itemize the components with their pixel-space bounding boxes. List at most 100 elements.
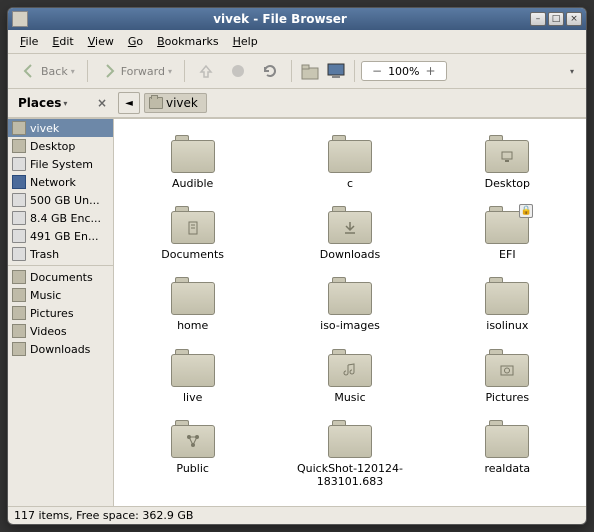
menu-edit[interactable]: Edit <box>46 33 79 50</box>
view-mode-button[interactable]: ▾ <box>564 63 580 80</box>
menu-view[interactable]: View <box>82 33 120 50</box>
folder-item[interactable]: realdata <box>429 414 586 498</box>
chevron-down-icon: ▾ <box>63 99 67 108</box>
titlebar[interactable]: vivek - File Browser – □ × <box>8 8 586 30</box>
app-icon <box>12 11 28 27</box>
sidebar-item[interactable]: Desktop <box>8 137 113 155</box>
chevron-down-icon: ▾ <box>71 67 75 76</box>
sidebar-item-label: 8.4 GB Enc... <box>30 212 101 225</box>
folder-icon <box>149 97 163 109</box>
home-button[interactable] <box>298 59 322 83</box>
folder-label: iso-images <box>320 319 380 332</box>
zoom-out-icon[interactable]: − <box>372 64 382 78</box>
folder-icon <box>12 342 26 356</box>
sidebar-item[interactable]: 500 GB Un... <box>8 191 113 209</box>
stop-icon <box>229 62 247 80</box>
zoom-value: 100% <box>388 65 419 78</box>
folder-label: Audible <box>172 177 213 190</box>
sidebar-item-label: File System <box>30 158 93 171</box>
folder-item[interactable]: iso-images <box>271 271 428 342</box>
sidebar-item[interactable]: File System <box>8 155 113 173</box>
folder-icon <box>485 277 529 315</box>
folder-label: Public <box>176 462 209 475</box>
folder-icon <box>12 270 26 284</box>
reload-button[interactable] <box>255 58 285 84</box>
folder-item[interactable]: QuickShot-120124-183101.683 <box>271 414 428 498</box>
sidebar-item[interactable]: Trash <box>8 245 113 263</box>
folder-item[interactable]: Documents <box>114 200 271 271</box>
folder-icon <box>328 277 372 315</box>
folder-label: home <box>177 319 208 332</box>
folder-item[interactable]: Public <box>114 414 271 498</box>
up-button[interactable] <box>191 58 221 84</box>
sidebar-item-label: Videos <box>30 325 67 338</box>
folder-label: realdata <box>485 462 531 475</box>
sidebar-item[interactable]: Downloads <box>8 340 113 358</box>
breadcrumb: vivek <box>144 93 207 113</box>
folder-item[interactable]: Pictures <box>429 343 586 414</box>
folder-icon <box>12 324 26 338</box>
maximize-button[interactable]: □ <box>548 12 564 26</box>
back-button[interactable]: Back ▾ <box>14 58 81 84</box>
chevron-down-icon: ▾ <box>168 67 172 76</box>
folder-icon <box>485 135 529 173</box>
folder-label: Documents <box>161 248 224 261</box>
sidebar-item[interactable]: Documents <box>8 268 113 286</box>
minimize-button[interactable]: – <box>530 12 546 26</box>
folder-item[interactable]: Downloads <box>271 200 428 271</box>
folder-icon <box>328 420 372 458</box>
folder-item[interactable]: 🔒EFI <box>429 200 586 271</box>
window-title: vivek - File Browser <box>32 12 528 26</box>
folder-item[interactable]: isolinux <box>429 271 586 342</box>
folder-item[interactable]: Desktop <box>429 129 586 200</box>
places-pane[interactable]: vivekDesktop File System Network500 GB Un.… <box>8 119 113 358</box>
zoom-control[interactable]: − 100% + <box>361 61 447 81</box>
sidebar-item[interactable]: Pictures <box>8 304 113 322</box>
zoom-in-icon[interactable]: + <box>426 64 436 78</box>
lock-icon: 🔒 <box>519 204 533 218</box>
sidebar-item[interactable]: Network <box>8 173 113 191</box>
file-grid[interactable]: Audible c Desktop Documents Downloads🔒EFI hom… <box>114 119 586 506</box>
home-icon <box>300 62 320 80</box>
sidebar-item[interactable]: Music <box>8 286 113 304</box>
stop-button[interactable] <box>223 58 253 84</box>
location-bar: Places ▾ × ◄ vivek <box>8 89 586 118</box>
menu-bookmarks[interactable]: Bookmarks <box>151 33 224 50</box>
forward-button[interactable]: Forward ▾ <box>94 58 178 84</box>
folder-icon <box>12 306 26 320</box>
folder-item[interactable]: Audible <box>114 129 271 200</box>
folder-icon <box>485 349 529 387</box>
places-header[interactable]: Places ▾ × <box>14 93 114 113</box>
folder-item[interactable]: c <box>271 129 428 200</box>
sidebar: vivekDesktop File System Network500 GB Un.… <box>8 119 114 506</box>
menu-go[interactable]: Go <box>122 33 149 50</box>
sidebar-item[interactable]: 8.4 GB Enc... <box>8 209 113 227</box>
folder-icon: 🔒 <box>485 206 529 244</box>
folder-item[interactable]: home <box>114 271 271 342</box>
folder-label: Music <box>334 391 365 404</box>
computer-button[interactable] <box>324 59 348 83</box>
folder-icon <box>171 277 215 315</box>
sidebar-item-label: 491 GB En... <box>30 230 98 243</box>
statusbar: 117 items, Free space: 362.9 GB <box>8 506 586 524</box>
folder-label: live <box>183 391 202 404</box>
menu-file[interactable]: File <box>14 33 44 50</box>
reload-icon <box>261 62 279 80</box>
drive-icon <box>12 193 26 207</box>
menu-help[interactable]: Help <box>227 33 264 50</box>
close-button[interactable]: × <box>566 12 582 26</box>
close-sidebar-button[interactable]: × <box>94 95 110 111</box>
breadcrumb-item[interactable]: vivek <box>144 93 207 113</box>
path-back-button[interactable]: ◄ <box>118 92 140 114</box>
sidebar-item[interactable]: vivek <box>8 119 113 137</box>
folder-item[interactable]: Music <box>271 343 428 414</box>
folder-label: Pictures <box>486 391 530 404</box>
folder-icon <box>171 206 215 244</box>
folder-label: c <box>347 177 353 190</box>
sidebar-item[interactable]: Videos <box>8 322 113 340</box>
sidebar-item[interactable]: 491 GB En... <box>8 227 113 245</box>
sidebar-item-label: Documents <box>30 271 93 284</box>
folder-item[interactable]: live <box>114 343 271 414</box>
folder-icon <box>485 420 529 458</box>
back-icon <box>20 62 38 80</box>
